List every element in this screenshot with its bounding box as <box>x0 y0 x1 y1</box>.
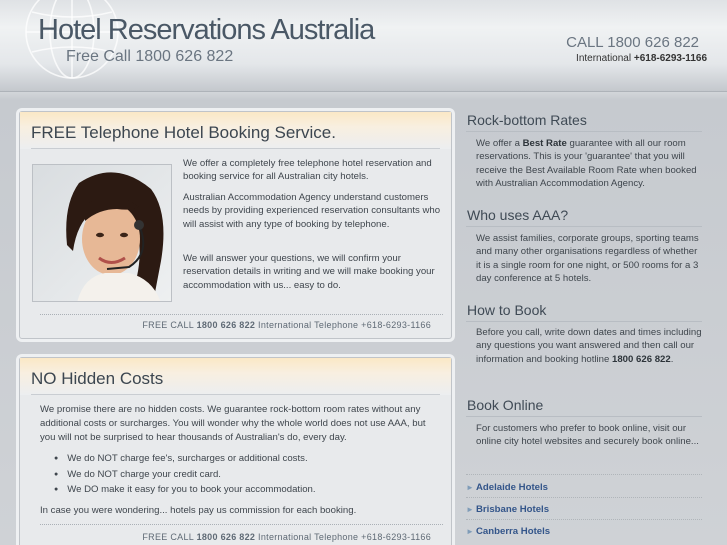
freecall-label: FREE CALL <box>142 532 194 542</box>
divider <box>31 394 440 395</box>
link-label[interactable]: Canberra Hotels <box>476 526 550 537</box>
site-title[interactable]: Hotel Reservations Australia <box>38 14 375 47</box>
service-paragraph: We will answer your questions, we will c… <box>183 253 435 291</box>
call-center-agent-photo <box>32 164 172 302</box>
no-hidden-costs-panel: NO Hidden Costs We promise there are no … <box>19 357 452 545</box>
guarantee-list: We do NOT charge fee's, surcharges or ad… <box>54 452 316 499</box>
footer-divider <box>40 314 443 315</box>
freecall-label: FREE CALL <box>142 320 194 330</box>
how-text: Before you call, write down dates and ti… <box>476 327 702 365</box>
panel-footer-contact: FREE CALL 1800 626 822 International Tel… <box>142 320 431 330</box>
panel-footer-contact: FREE CALL 1800 626 822 International Tel… <box>142 532 431 542</box>
list-item: We DO make it easy for you to book your … <box>54 483 315 499</box>
link-label[interactable]: Brisbane Hotels <box>476 504 549 515</box>
link-adelaide-hotels[interactable]: ► Adelaide Hotels <box>466 479 702 497</box>
list-item: We do NOT charge fee's, surcharges or ad… <box>54 452 316 468</box>
intl-label: International Telephone <box>258 532 359 542</box>
intl-label: International Telephone <box>258 320 359 330</box>
intro-paragraph: We offer a completely free telephone hot… <box>183 158 432 183</box>
freecall-number: 1800 626 822 <box>196 532 256 542</box>
header-call-number: CALL 1800 626 822 <box>566 34 699 51</box>
arrow-right-icon: ► <box>466 505 474 514</box>
telephone-booking-panel: FREE Telephone Hotel Booking Service. We… <box>19 111 452 339</box>
online-heading: Book Online <box>467 397 544 413</box>
how-heading: How to Book <box>467 302 547 318</box>
divider <box>466 519 702 520</box>
intl-label: International <box>576 53 632 64</box>
divider <box>466 131 702 132</box>
commission-note: In case you were wondering... hotels pay… <box>40 505 357 516</box>
list-item: We do NOT charge your credit card. <box>54 468 316 484</box>
agency-paragraph: Australian Accommodation Agency understa… <box>183 192 441 230</box>
footer-divider <box>40 524 443 525</box>
divider <box>466 497 702 498</box>
intl-number: +618-6293-1166 <box>361 532 431 542</box>
intl-number: +618-6293-1166 <box>361 320 431 330</box>
header-international-number: International +618-6293-1166 <box>576 53 707 64</box>
divider <box>466 226 702 227</box>
link-label[interactable]: Adelaide Hotels <box>476 482 548 493</box>
rates-heading: Rock-bottom Rates <box>467 112 587 128</box>
who-heading: Who uses AAA? <box>467 207 569 223</box>
online-text: For customers who prefer to book online,… <box>476 423 699 448</box>
promise-paragraph: We promise there are no hidden costs. We… <box>40 404 426 443</box>
arrow-right-icon: ► <box>466 483 474 492</box>
site-header: Hotel Reservations Australia Free Call 1… <box>0 0 727 92</box>
panel-heading: NO Hidden Costs <box>20 358 451 395</box>
panel-heading: FREE Telephone Hotel Booking Service. <box>20 112 451 149</box>
rates-text: We offer a Best Rate guarantee with all … <box>476 138 697 190</box>
divider <box>466 321 702 322</box>
divider <box>31 148 440 149</box>
who-text: We assist families, corporate groups, sp… <box>476 233 699 285</box>
freecall-number: 1800 626 822 <box>196 320 256 330</box>
divider <box>466 416 702 417</box>
site-subtitle: Free Call 1800 626 822 <box>66 48 234 65</box>
intl-number: +618-6293-1166 <box>633 53 707 64</box>
divider <box>466 474 702 475</box>
arrow-right-icon: ► <box>466 527 474 536</box>
link-canberra-hotels[interactable]: ► Canberra Hotels <box>466 523 702 541</box>
link-brisbane-hotels[interactable]: ► Brisbane Hotels <box>466 501 702 519</box>
